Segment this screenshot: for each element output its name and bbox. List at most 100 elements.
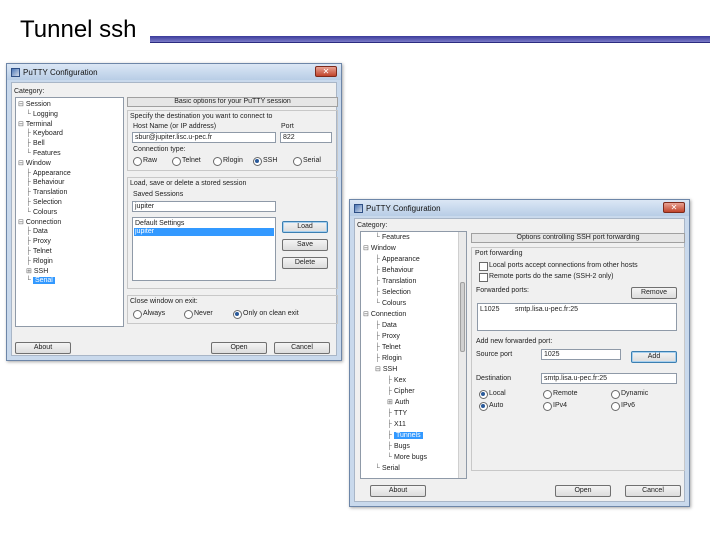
add-button[interactable]: Add <box>631 351 677 363</box>
window-titlebar[interactable]: PuTTY Configuration ✕ <box>7 64 341 80</box>
tree-item-label: TTY <box>393 410 408 417</box>
conn-type-serial-radio[interactable]: Serial <box>293 157 321 166</box>
conn-type-telnet-radio[interactable]: Telnet <box>172 157 201 166</box>
tree-item-logging[interactable]: └ Logging <box>26 111 58 119</box>
tree-connector-icon: ⊟ <box>18 101 24 108</box>
window-titlebar[interactable]: PuTTY Configuration ✕ <box>350 200 689 216</box>
tree-item-telnet[interactable]: ├ Telnet <box>375 344 401 352</box>
tree-item-serial[interactable]: └ Serial <box>26 277 55 285</box>
tree-item-translation[interactable]: ├ Translation <box>375 278 416 286</box>
delete-button[interactable]: Delete <box>282 257 328 269</box>
tree-connector-icon: ├ <box>375 267 380 274</box>
tree-item-tty[interactable]: ├ TTY <box>387 410 407 418</box>
forward-dynamic-radio[interactable]: Dynamic <box>611 390 648 399</box>
tree-item-label: Colours <box>381 300 407 307</box>
tree-item-label: X11 <box>393 421 406 428</box>
tree-item-connection[interactable]: ⊟ Connection <box>18 219 61 227</box>
tree-item-connection[interactable]: ⊟ Connection <box>363 311 406 319</box>
category-label: Category: <box>357 222 388 229</box>
tree-connector-icon: ├ <box>26 189 31 197</box>
forward-remote-radio[interactable]: Remote <box>543 390 578 399</box>
load-button[interactable]: Load <box>282 221 328 233</box>
tree-item-appearance[interactable]: ├ Appearance <box>26 170 71 178</box>
tree-connector-icon: ├ <box>387 410 392 417</box>
tree-item-label: Keyboard <box>32 130 63 138</box>
close-never-radio[interactable]: Never <box>184 310 213 319</box>
tree-item-selection[interactable]: ├ Selection <box>26 199 62 207</box>
tree-item-cipher[interactable]: ├ Cipher <box>387 388 415 396</box>
forwarded-ports-listbox[interactable]: L1025 smtp.lisa.u-pec.fr:25 <box>477 303 677 331</box>
tree-item-keyboard[interactable]: ├ Keyboard <box>26 130 63 138</box>
tree-item-session[interactable]: ⊟ Session <box>18 101 51 109</box>
tree-scrollbar[interactable] <box>458 232 466 478</box>
tree-item-serial[interactable]: └ Serial <box>375 465 400 473</box>
tree-item-translation[interactable]: ├ Translation <box>26 189 67 197</box>
cancel-button[interactable]: Cancel <box>625 485 681 497</box>
tree-item-behaviour[interactable]: ├ Behaviour <box>26 179 65 187</box>
tree-item-colours[interactable]: └ Colours <box>26 209 57 217</box>
remove-button[interactable]: Remove <box>631 287 677 299</box>
tree-item-proxy[interactable]: ├ Proxy <box>26 238 51 246</box>
category-tree[interactable]: ⊟ Session └ Logging ⊟ Terminal ├ Keyboard ├ Bell └… <box>15 97 124 327</box>
tree-item-label: Window <box>370 245 396 252</box>
tree-item-bell[interactable]: ├ Bell <box>26 140 45 148</box>
forwarded-port-row[interactable]: L1025 smtp.lisa.u-pec.fr:25 <box>479 306 675 314</box>
saved-session-input[interactable]: jupiter <box>132 201 276 212</box>
close-always-radio[interactable]: Always <box>133 310 165 319</box>
session-row[interactable]: Default Settings <box>134 220 274 228</box>
tree-item-appearance[interactable]: ├ Appearance <box>375 256 420 264</box>
tree-item-selection[interactable]: ├ Selection <box>375 289 411 297</box>
close-icon[interactable]: ✕ <box>663 202 685 213</box>
sessions-listbox[interactable]: Default Settings jupiter <box>132 217 276 281</box>
tree-item-rlogin[interactable]: ├ Rlogin <box>26 258 53 266</box>
tree-item-more-bugs[interactable]: └ More bugs <box>387 454 427 462</box>
category-tree[interactable]: └ Features ⊟ Window ├ Appearance ├ Behaviour ├ Tr… <box>360 231 467 479</box>
tree-item-ssh[interactable]: ⊞ SSH <box>26 268 48 276</box>
tree-item-telnet[interactable]: ├ Telnet <box>26 248 52 256</box>
ip-auto-radio[interactable]: Auto <box>479 402 503 411</box>
session-row[interactable]: jupiter <box>134 228 274 236</box>
tree-connector-icon: ⊟ <box>375 366 381 373</box>
tree-item-window[interactable]: ⊟ Window <box>18 160 51 168</box>
tree-item-rlogin[interactable]: ├ Rlogin <box>375 355 402 363</box>
scrollbar-thumb[interactable] <box>460 282 465 352</box>
tree-item-ssh[interactable]: ⊟ SSH <box>375 366 397 374</box>
tree-connector-icon: ├ <box>387 421 392 428</box>
forward-local-radio[interactable]: Local <box>479 390 506 399</box>
destination-input[interactable]: smtp.lisa.u-pec.fr:25 <box>541 373 677 384</box>
tree-item-features[interactable]: └ Features <box>26 150 61 158</box>
about-button[interactable]: About <box>370 485 426 497</box>
tree-item-window[interactable]: ⊟ Window <box>363 245 396 253</box>
about-button[interactable]: About <box>15 342 71 354</box>
tree-item-kex[interactable]: ├ Kex <box>387 377 406 385</box>
ip-v6-radio[interactable]: IPv6 <box>611 402 635 411</box>
host-input[interactable]: sbur@jupiter.lisc.u-pec.fr <box>132 132 276 143</box>
ip-v4-radio[interactable]: IPv4 <box>543 402 567 411</box>
remote-ports-checkbox[interactable]: Remote ports do the same (SSH-2 only) <box>479 273 614 282</box>
save-button[interactable]: Save <box>282 239 328 251</box>
tree-connector-icon: ├ <box>26 248 31 255</box>
tree-item-x11[interactable]: ├ X11 <box>387 421 406 429</box>
tree-item-proxy[interactable]: ├ Proxy <box>375 333 400 341</box>
tree-item-bugs[interactable]: ├ Bugs <box>387 443 410 451</box>
source-port-input[interactable]: 1025 <box>541 349 621 360</box>
tree-connector-icon: ├ <box>375 278 380 285</box>
tree-item-data[interactable]: ├ Data <box>375 322 397 330</box>
open-button[interactable]: Open <box>555 485 611 497</box>
open-button[interactable]: Open <box>211 342 267 354</box>
tree-item-features[interactable]: └ Features <box>375 234 410 242</box>
tree-item-behaviour[interactable]: ├ Behaviour <box>375 267 414 275</box>
local-ports-accept-checkbox[interactable]: Local ports accept connections from othe… <box>479 262 638 271</box>
port-input[interactable]: 822 <box>280 132 332 143</box>
tree-item-auth[interactable]: ⊞ Auth <box>387 399 409 407</box>
tree-item-data[interactable]: ├ Data <box>26 228 48 236</box>
tree-item-terminal[interactable]: ⊟ Terminal <box>18 121 52 129</box>
conn-type-raw-radio[interactable]: Raw <box>133 157 157 166</box>
close-clean-exit-radio[interactable]: Only on clean exit <box>233 310 299 319</box>
close-icon[interactable]: ✕ <box>315 66 337 77</box>
conn-type-ssh-radio[interactable]: SSH <box>253 157 277 166</box>
tree-item-colours[interactable]: └ Colours <box>375 300 406 308</box>
tree-item-tunnels[interactable]: ├ Tunnels <box>387 432 423 440</box>
cancel-button[interactable]: Cancel <box>274 342 330 354</box>
conn-type-rlogin-radio[interactable]: Rlogin <box>213 157 243 166</box>
